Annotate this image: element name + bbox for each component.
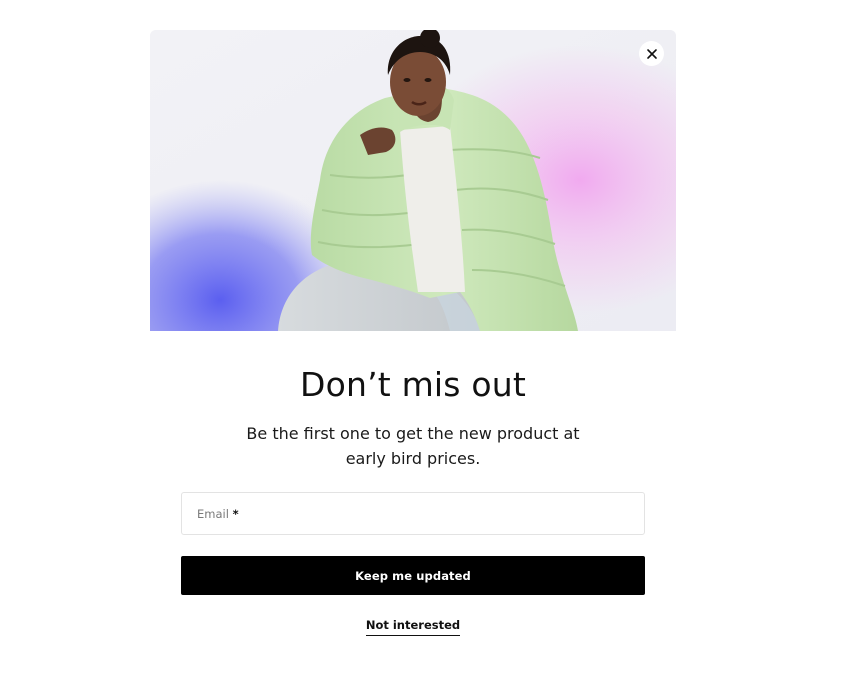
keep-me-updated-button[interactable]: Keep me updated [181, 556, 645, 595]
close-icon [646, 48, 657, 59]
dismiss-link-container: Not interested [150, 614, 676, 636]
popup-title: Don’t mis out [299, 365, 527, 404]
not-interested-link[interactable]: Not interested [365, 618, 461, 636]
popup-subtitle: Be the first one to get the new product … [246, 424, 580, 468]
email-field-wrapper: Email * [181, 492, 645, 535]
page-backdrop: Don’t mis out Be the first one to get th… [0, 0, 864, 689]
email-field[interactable] [182, 493, 644, 534]
hero-image [150, 30, 676, 331]
signup-popup: Don’t mis out Be the first one to get th… [150, 30, 676, 650]
close-button[interactable] [639, 41, 664, 66]
hero-illustration [150, 30, 676, 331]
